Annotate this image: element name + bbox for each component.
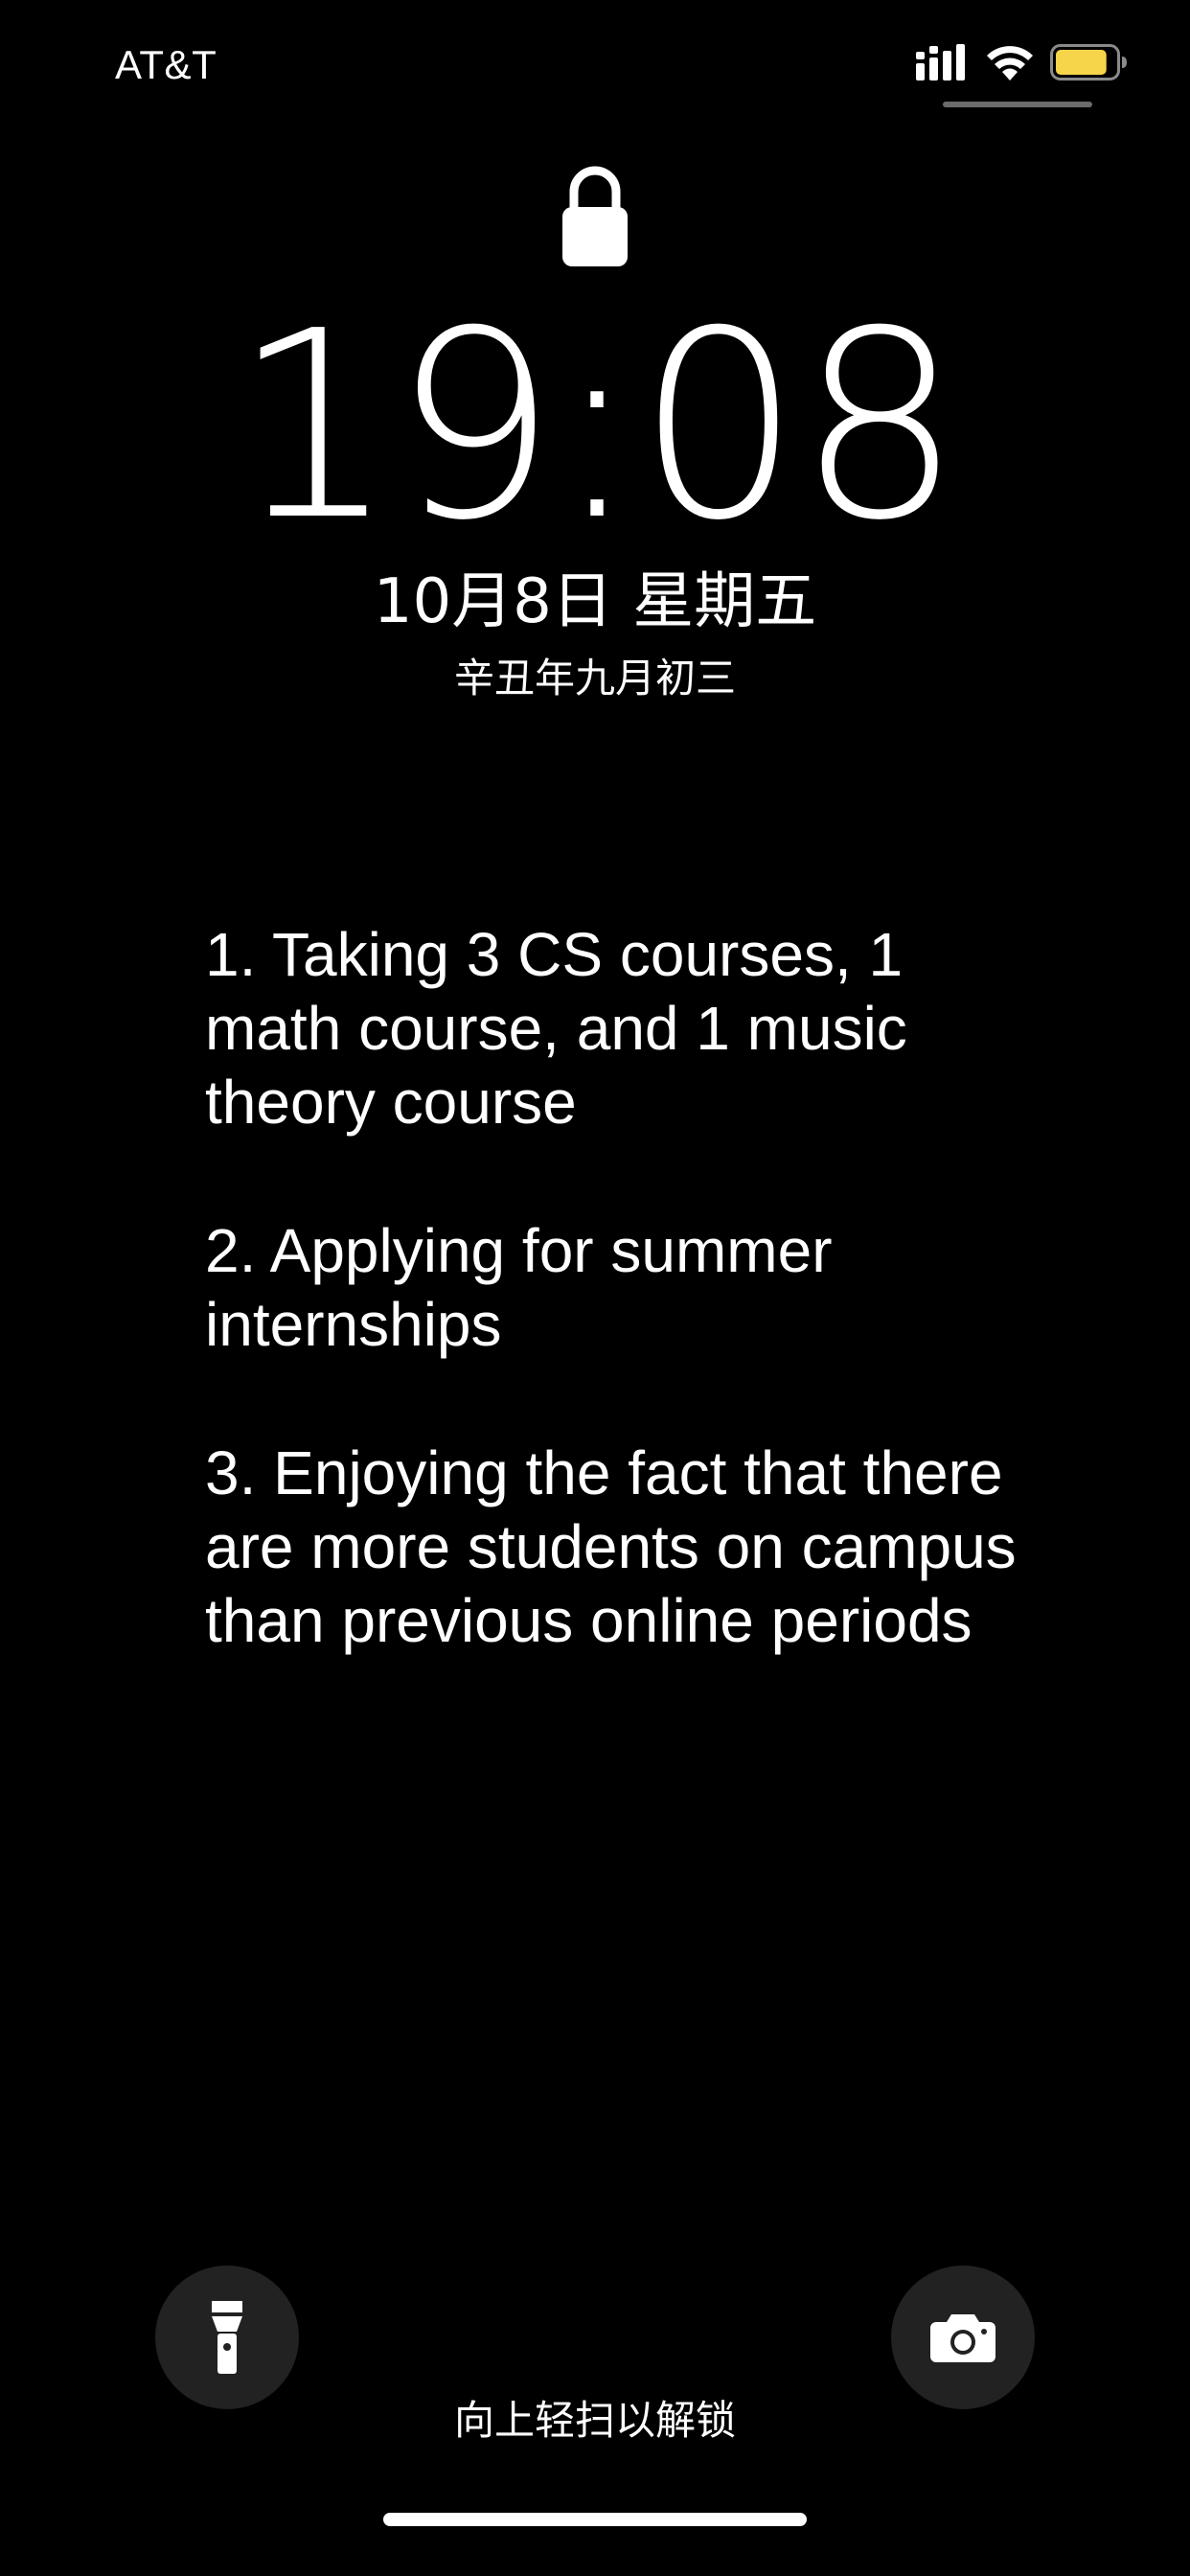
home-indicator[interactable] <box>383 2513 807 2526</box>
camera-button[interactable] <box>891 2266 1035 2409</box>
note-item: 2. Applying for summer internships <box>205 1216 833 1359</box>
cellular-signal-icon <box>916 44 965 80</box>
lock-screen-date: 10月8日 星期五 <box>373 566 817 637</box>
note-item: 1. Taking 3 CS courses, 1 math course, a… <box>205 920 907 1137</box>
wifi-icon <box>987 46 1033 80</box>
lunar-date: 辛丑年九月初三 <box>453 655 736 702</box>
battery-icon <box>1050 44 1127 80</box>
flashlight-button[interactable] <box>155 2266 299 2409</box>
lock-icon <box>562 166 628 266</box>
carrier-name: AT&T <box>115 42 217 87</box>
note-item: 3. Enjoying the fact that there are more… <box>205 1438 1017 1655</box>
camera-icon <box>930 2314 995 2362</box>
status-bar-underline <box>943 102 1092 107</box>
wallpaper-notes: 1. Taking 3 CS courses, 1 math course, a… <box>205 918 1106 1733</box>
unlock-hint: 向上轻扫以解锁 <box>453 2397 736 2444</box>
lock-screen-time: 19:08 <box>231 275 962 577</box>
status-bar: AT&T <box>0 0 1190 134</box>
flashlight-icon <box>212 2301 242 2374</box>
